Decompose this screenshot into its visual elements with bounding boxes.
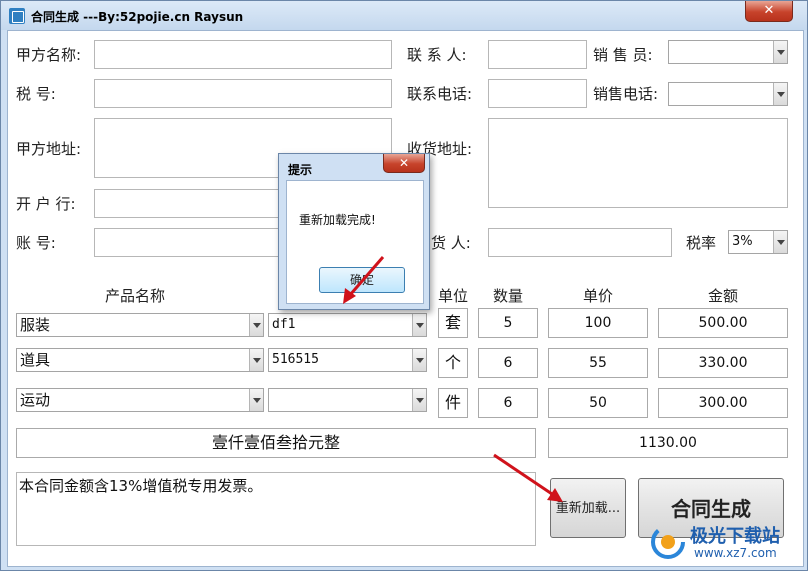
watermark-url: www.xz7.com bbox=[694, 546, 777, 560]
arrow-to-ok-icon bbox=[343, 256, 385, 304]
watermark-brand: 极光下载站 bbox=[690, 526, 780, 547]
swirl-logo-icon bbox=[651, 525, 685, 559]
arrow-to-reload-icon bbox=[493, 453, 563, 502]
annotation-arrows bbox=[343, 256, 563, 502]
watermark: 极光下载站 www.xz7.com bbox=[650, 520, 800, 564]
